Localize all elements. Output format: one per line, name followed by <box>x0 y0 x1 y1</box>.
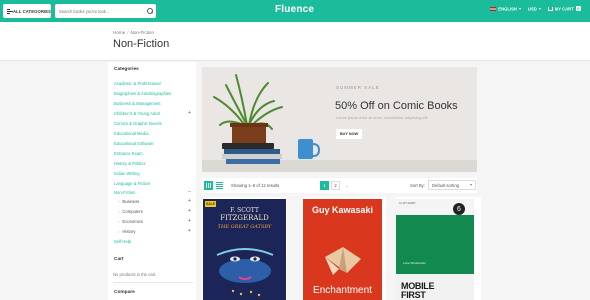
category-link[interactable]: Children's & Young Adult <box>114 111 160 116</box>
currency-selector[interactable]: USD <box>528 6 541 11</box>
expand-icon[interactable]: + <box>188 198 191 204</box>
book-cover-enchantment[interactable]: Guy Kawasaki Enchantment <box>303 199 382 300</box>
chevron-down-icon <box>538 7 541 10</box>
subcategory-link[interactable]: Computers <box>118 209 142 214</box>
page-2-button[interactable]: 2 <box>331 181 340 190</box>
banner-subtext: Lorem ipsum dolor sit amet, consectetur … <box>336 116 429 120</box>
divider <box>113 282 193 283</box>
chevron-down-icon <box>518 7 521 10</box>
chevron-down-icon <box>470 184 472 186</box>
sort-select[interactable]: Default sorting <box>428 180 476 190</box>
banner-kicker: SUMMER SALE <box>336 85 380 90</box>
compare-heading: Compare <box>114 290 135 295</box>
book-author-top: F. SCOTT <box>230 207 259 214</box>
top-header: ALL CATEGORIES Fluence ENGLISH USD MY CA… <box>0 0 590 22</box>
list-view-icon[interactable] <box>216 182 223 189</box>
category-link[interactable]: History & Politics <box>114 161 145 166</box>
page-1-button[interactable]: 1 <box>320 181 329 190</box>
category-link[interactable]: Entrance Exam <box>114 151 143 156</box>
site-logo[interactable]: Fluence <box>275 4 314 15</box>
book-author: Luke Wroblewski <box>403 261 426 265</box>
book-number-badge: 6 <box>453 203 465 215</box>
book-author: Guy Kawasaki <box>311 205 374 215</box>
expand-icon[interactable]: + <box>188 110 191 116</box>
subcategory-link[interactable]: Business <box>118 199 139 204</box>
book-title-bottom: FIRST <box>401 290 426 300</box>
sort-select-value: Default sorting <box>432 182 459 188</box>
book-series: A LIST APART <box>399 202 416 205</box>
sort-by-label: Sort By: <box>410 183 425 188</box>
category-link[interactable]: Educational Media <box>114 131 148 136</box>
expand-icon[interactable]: + <box>188 228 191 234</box>
search-input[interactable] <box>59 8 139 14</box>
all-categories-label: ALL CATEGORIES <box>12 8 51 14</box>
subcategory-link[interactable]: Economics <box>118 219 142 224</box>
cart-empty-text: No products in the cart. <box>113 272 157 277</box>
expand-icon[interactable]: + <box>188 218 191 224</box>
subcategory-link[interactable]: History <box>118 229 135 234</box>
collapse-icon[interactable]: − <box>188 189 191 195</box>
category-link[interactable]: Indian Writing <box>114 171 140 176</box>
book-title: THE GREAT GATSBY <box>217 224 272 230</box>
category-link[interactable]: Comics & Graphic Novels <box>114 121 162 126</box>
expand-icon[interactable]: + <box>188 208 191 214</box>
buy-now-button[interactable]: BUY NOW <box>336 129 362 139</box>
banner-headline: 50% Off on Comic Books <box>335 100 458 112</box>
book-cover-mobile-first[interactable]: A LIST APART 6 Luke Wroblewski MOBILE FI… <box>396 199 474 300</box>
cart-button[interactable]: MY CART 0 <box>547 6 581 12</box>
menu-icon <box>7 8 13 14</box>
book-author-bottom: FITZGERALD <box>220 214 269 222</box>
breadcrumb-home[interactable]: Home <box>113 30 125 35</box>
category-link[interactable]: Self Help <box>114 239 131 244</box>
page-title: Non-Fiction <box>113 38 170 50</box>
breadcrumb-current: Non-Fiction <box>130 30 155 35</box>
category-link[interactable]: Educational Software <box>114 141 154 146</box>
results-count: Showing 1–8 of 12 results <box>231 183 280 188</box>
cart-icon <box>547 6 553 11</box>
category-link[interactable]: Language & Fiction <box>114 181 150 186</box>
page-root: ALL CATEGORIES Fluence ENGLISH USD MY CA… <box>0 0 590 300</box>
category-link-active[interactable]: Non-Fiction <box>114 190 135 195</box>
book-title: Enchantment <box>313 285 372 296</box>
header-actions: ENGLISH USD MY CART 0 <box>490 6 581 12</box>
breadcrumb: Home / Non-Fiction <box>113 30 155 35</box>
all-categories-button[interactable]: ALL CATEGORIES <box>3 4 51 18</box>
search-icon[interactable] <box>147 8 153 14</box>
flag-icon <box>490 6 497 11</box>
cart-heading: Cart <box>114 257 124 262</box>
grid-view-icon[interactable] <box>204 181 213 190</box>
book-cover-gatsby[interactable]: F. SCOTT FITZGERALD THE GREAT GATSBY <box>203 199 286 300</box>
category-link[interactable]: Biographies & Autobiographies <box>114 91 171 96</box>
category-link[interactable]: Academic & Professional <box>114 81 161 86</box>
next-page-arrow-icon[interactable]: → <box>342 181 351 190</box>
category-link[interactable]: Business & Management <box>114 101 161 106</box>
sale-badge: SALE <box>205 201 216 207</box>
language-selector[interactable]: ENGLISH <box>490 6 521 11</box>
search-box <box>55 4 156 18</box>
cart-count-badge: 0 <box>575 6 581 12</box>
categories-heading: Categories <box>114 67 139 72</box>
